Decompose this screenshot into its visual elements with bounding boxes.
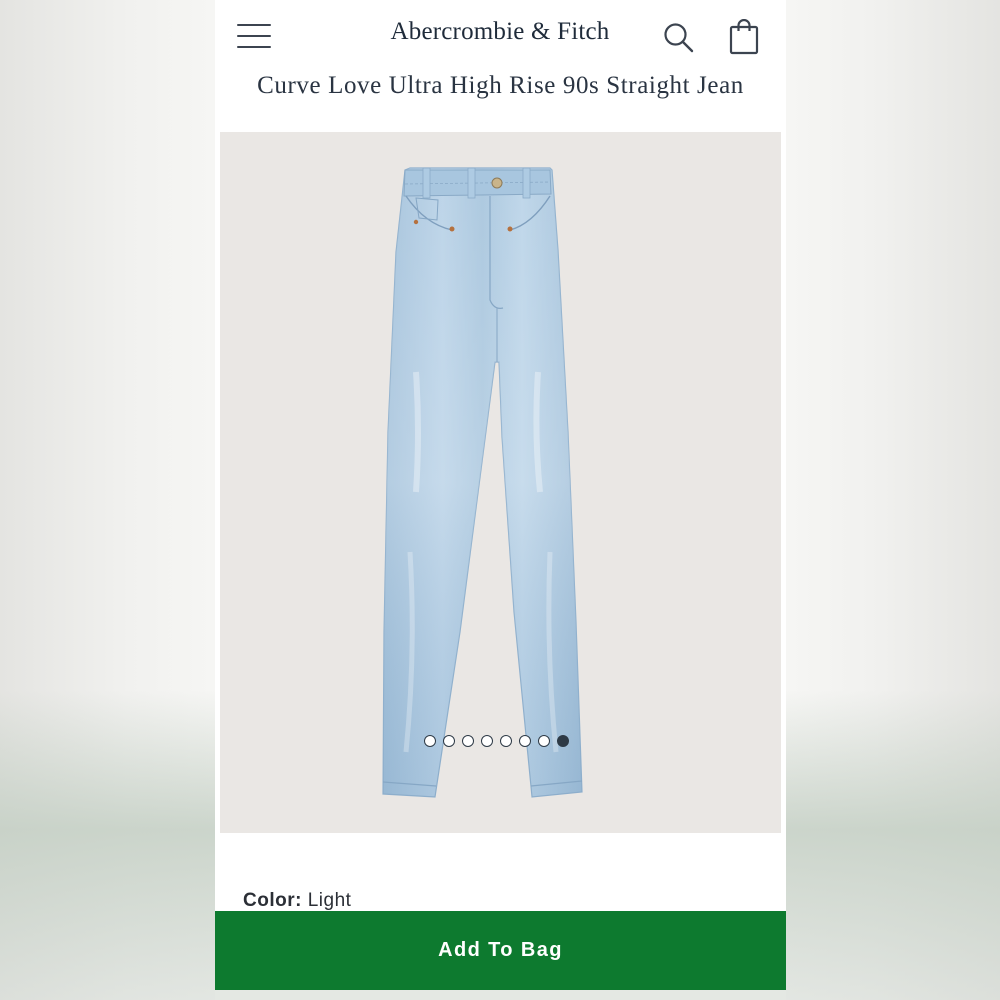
shopping-bag-icon[interactable] — [729, 19, 759, 55]
color-label: Color: — [243, 890, 302, 911]
site-header: Abercrombie & Fitch — [215, 0, 786, 70]
backdrop-right — [786, 0, 1000, 1000]
carousel-dot[interactable] — [538, 735, 550, 747]
carousel-pagination — [424, 735, 569, 749]
brand-logo[interactable]: Abercrombie & Fitch — [375, 18, 625, 46]
hamburger-menu-icon[interactable] — [237, 24, 271, 50]
mobile-screen: Abercrombie & Fitch Curve Love Ultra Hig… — [215, 0, 786, 1000]
carousel-dot[interactable] — [443, 735, 455, 747]
product-title: Curve Love Ultra High Rise 90s Straight … — [257, 72, 744, 99]
color-value: Light — [307, 890, 352, 911]
carousel-dot[interactable] — [500, 735, 512, 747]
carousel-dot[interactable] — [557, 735, 569, 747]
product-image — [382, 167, 583, 798]
carousel-dot[interactable] — [519, 735, 531, 747]
backdrop-left — [0, 0, 215, 1000]
color-selection: Color: Light — [243, 890, 351, 912]
product-image-carousel[interactable] — [220, 132, 781, 833]
bottom-bar — [215, 990, 786, 1000]
carousel-dot[interactable] — [424, 735, 436, 747]
add-to-bag-button[interactable]: Add To Bag — [215, 911, 786, 990]
search-icon[interactable] — [662, 21, 694, 53]
carousel-dot[interactable] — [462, 735, 474, 747]
carousel-dot[interactable] — [481, 735, 493, 747]
